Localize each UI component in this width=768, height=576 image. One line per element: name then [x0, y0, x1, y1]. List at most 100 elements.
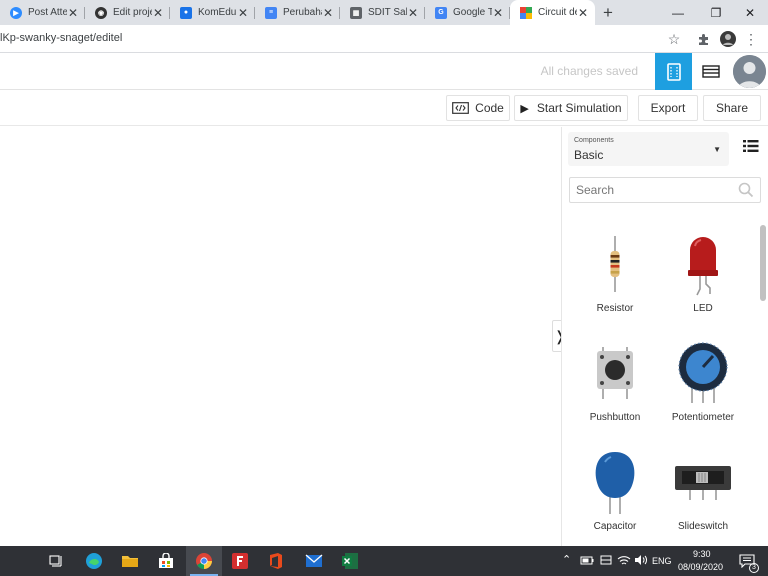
component-label: Potentiometer: [671, 412, 735, 423]
wifi-icon[interactable]: [617, 554, 631, 568]
language-indicator[interactable]: ENG: [652, 556, 672, 566]
mail-icon[interactable]: [296, 546, 332, 576]
store-icon[interactable]: [148, 546, 184, 576]
search-box: [569, 177, 761, 203]
storage-icon[interactable]: [600, 554, 612, 568]
clock-date[interactable]: 08/09/2020: [678, 562, 723, 572]
clock-time[interactable]: 9:30: [693, 549, 711, 559]
schematic-view-button[interactable]: [692, 53, 730, 90]
components-dropdown[interactable]: Components Basic ▼: [568, 132, 729, 166]
list-view-button[interactable]: [743, 139, 759, 153]
tab-title: Edit proje: [113, 7, 152, 18]
code-button[interactable]: Code: [446, 95, 510, 121]
panel-scrollbar[interactable]: [757, 221, 768, 541]
component-resistor[interactable]: Resistor: [570, 227, 660, 327]
battery-icon[interactable]: [580, 554, 594, 568]
list-icon: [743, 140, 759, 152]
close-tab-icon[interactable]: ✕: [492, 6, 504, 20]
component-led[interactable]: LED: [658, 227, 748, 327]
close-tab-icon[interactable]: ✕: [237, 6, 249, 20]
show-hidden-icons-icon[interactable]: ⌃: [562, 553, 571, 566]
component-potentiometer[interactable]: Potentiometer: [658, 336, 748, 436]
browser-tab-edit-project[interactable]: ◉ Edit proje ✕: [85, 0, 170, 25]
component-label: Resistor: [596, 303, 634, 314]
extensions-icon[interactable]: [694, 30, 712, 48]
component-list-icon: [702, 65, 720, 78]
play-icon: ▶: [520, 102, 529, 115]
tab-title: SDIT Sab: [368, 7, 407, 18]
close-tab-icon[interactable]: ✕: [322, 6, 334, 20]
workplane[interactable]: [0, 127, 561, 546]
file-explorer-icon[interactable]: [112, 546, 148, 576]
toolbar: Code ▶ Start Simulation Export Share: [0, 90, 768, 126]
browser-tab-circuit-design[interactable]: Circuit de ✕: [510, 0, 595, 25]
volume-icon[interactable]: [634, 554, 648, 568]
docs-icon: ≡: [265, 6, 277, 19]
circuit-view-button[interactable]: [655, 53, 692, 90]
component-label: Capacitor: [593, 521, 637, 532]
component-capacitor[interactable]: Capacitor: [570, 445, 660, 545]
save-status: All changes saved: [540, 64, 638, 78]
minimize-icon[interactable]: —: [660, 0, 696, 25]
browser-menu-icon[interactable]: ⋮: [742, 30, 760, 48]
instructables-icon: ◉: [95, 6, 107, 19]
resistor-icon: [570, 227, 660, 301]
code-label: Code: [475, 101, 504, 115]
translate-icon: G: [435, 6, 447, 19]
export-button[interactable]: Export: [638, 95, 698, 121]
breadboard-icon: [666, 62, 681, 81]
tab-title: KomEdu: [198, 7, 237, 18]
zoom-icon: ▶: [10, 6, 22, 19]
office-icon[interactable]: [258, 546, 294, 576]
url-field[interactable]: lKp-swanky-snaget/editel: [0, 32, 122, 44]
browser-tab-sdit[interactable]: ▦ SDIT Sab ✕: [340, 0, 425, 25]
share-label: Share: [715, 101, 749, 115]
close-tab-icon[interactable]: ✕: [407, 6, 419, 20]
contacts-icon: ●: [180, 6, 192, 19]
component-label: LED: [693, 303, 713, 314]
user-avatar[interactable]: [733, 55, 766, 88]
close-tab-icon[interactable]: ✕: [577, 6, 589, 20]
chrome-icon[interactable]: [186, 546, 222, 576]
classroom-icon: ▦: [350, 6, 362, 19]
share-button[interactable]: Share: [703, 95, 761, 121]
close-tab-icon[interactable]: ✕: [152, 6, 164, 20]
windows-taskbar: ⌃ ENG 9:30 08/09/2020 3: [0, 546, 768, 576]
slideswitch-icon: [658, 445, 748, 519]
task-view-icon[interactable]: [38, 546, 74, 576]
code-icon: [452, 102, 470, 114]
browser-tab-komedu[interactable]: ● KomEdu ✕: [170, 0, 255, 25]
dropdown-value: Basic: [574, 148, 604, 162]
browser-tab-post-attendance[interactable]: ▶ Post Atte ✕: [0, 0, 85, 25]
edge-browser-icon[interactable]: [76, 546, 112, 576]
scrollbar-thumb[interactable]: [760, 225, 766, 301]
component-pushbutton[interactable]: Pushbutton: [570, 336, 660, 436]
component-label: Pushbutton: [589, 412, 641, 423]
close-window-icon[interactable]: ✕: [732, 0, 768, 25]
dropdown-label: Components: [574, 137, 614, 144]
tinkercad-icon: [520, 6, 532, 19]
profile-avatar-icon[interactable]: [719, 30, 737, 48]
new-tab-button[interactable]: +: [595, 0, 621, 25]
restore-icon[interactable]: ❐: [698, 0, 734, 25]
foxit-reader-icon[interactable]: [222, 546, 258, 576]
potentiometer-icon: [658, 336, 748, 410]
components-panel: Components Basic ▼ Resistor LED: [561, 127, 768, 546]
screen: ▶ Post Atte ✕ ◉ Edit proje ✕ ● KomEdu ✕ …: [0, 0, 768, 576]
browser-tab-perubahan[interactable]: ≡ Perubaha ✕: [255, 0, 340, 25]
led-icon: [658, 227, 748, 301]
component-slideswitch[interactable]: Slideswitch: [658, 445, 748, 545]
browser-tab-google-translate[interactable]: G Google T ✕: [425, 0, 510, 25]
app-header: All changes saved: [0, 53, 768, 90]
pushbutton-icon: [570, 336, 660, 410]
close-tab-icon[interactable]: ✕: [67, 6, 79, 20]
excel-icon[interactable]: [332, 546, 368, 576]
address-bar: lKp-swanky-snaget/editel ☆ ⋮: [0, 25, 768, 53]
search-icon[interactable]: [738, 182, 754, 203]
notifications-button[interactable]: 3: [732, 546, 762, 576]
start-simulation-button[interactable]: ▶ Start Simulation: [514, 95, 628, 121]
search-input[interactable]: [570, 178, 730, 202]
bookmark-star-icon[interactable]: ☆: [665, 30, 683, 48]
tab-title: Post Atte: [28, 7, 67, 18]
notification-count: 3: [749, 563, 759, 573]
